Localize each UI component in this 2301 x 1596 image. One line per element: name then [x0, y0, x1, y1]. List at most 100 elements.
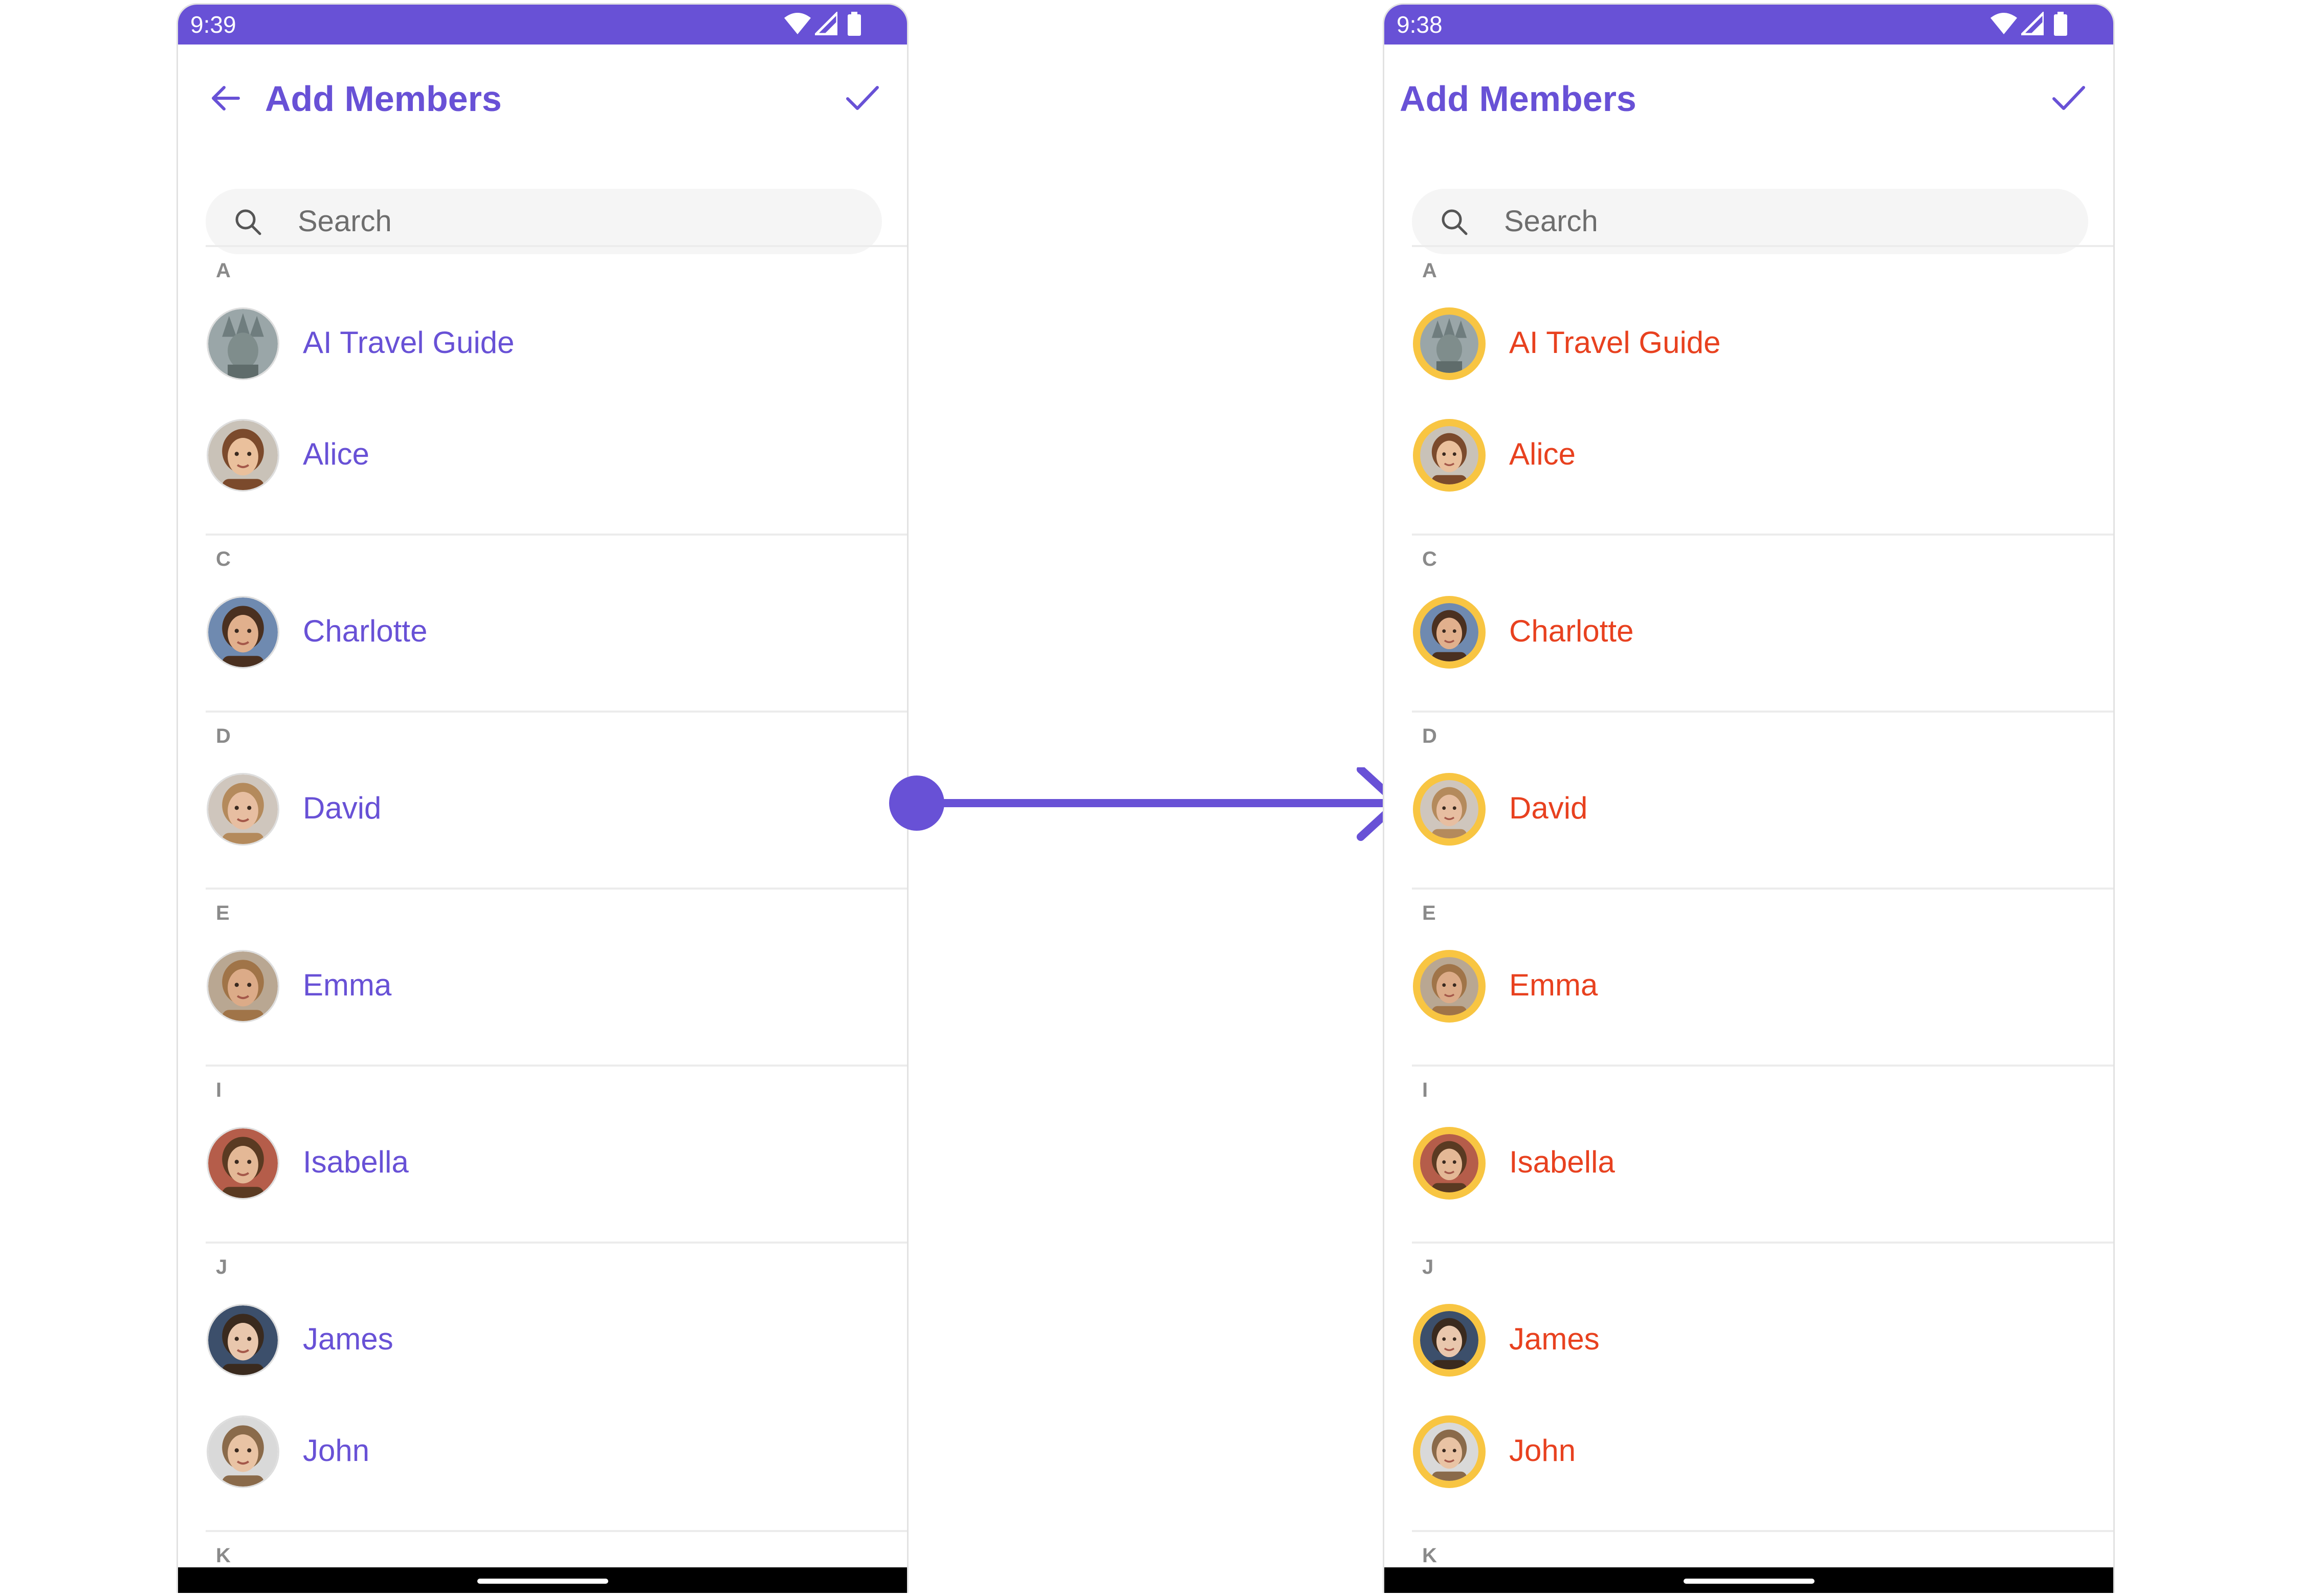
member-name: AI Travel Guide	[303, 325, 515, 360]
member-row[interactable]: James	[178, 1287, 907, 1389]
avatar-face-icon	[207, 1127, 279, 1200]
section-letter: K	[216, 1544, 231, 1567]
member-row[interactable]: Alice	[178, 402, 907, 504]
avatar-face-icon	[1413, 950, 1486, 1023]
search-input[interactable]: Search	[206, 189, 882, 254]
navigation-bar	[178, 1567, 907, 1593]
home-handle[interactable]	[477, 1579, 608, 1584]
section-letter: C	[1422, 548, 1437, 570]
signal-icon	[812, 9, 839, 38]
member-row[interactable]: AI Travel Guide	[178, 290, 907, 392]
home-handle[interactable]	[1683, 1579, 1815, 1584]
avatar-face-icon	[207, 419, 279, 492]
section-letter: E	[216, 902, 230, 924]
search-input[interactable]: Search	[1412, 189, 2088, 254]
avatar-face-icon	[207, 950, 279, 1023]
statue-of-liberty-icon	[207, 307, 279, 380]
status-icons	[1990, 9, 2072, 39]
avatar-face-icon	[1413, 1415, 1486, 1488]
member-name: David	[1509, 791, 1588, 825]
member-row[interactable]: AI Travel Guide	[1384, 290, 2113, 392]
search-icon	[1440, 207, 1468, 236]
member-name: James	[1509, 1322, 1600, 1356]
phone-screen-default: 9:39 Add Members Search A AI Travel Guid…	[176, 3, 909, 1593]
member-row[interactable]: John	[178, 1398, 907, 1500]
member-name: Isabella	[1509, 1145, 1615, 1179]
member-name: John	[303, 1433, 370, 1468]
section-divider	[1412, 1530, 2113, 1532]
member-row[interactable]: Charlotte	[178, 579, 907, 681]
avatar-face-icon	[207, 773, 279, 846]
battery-icon	[2053, 12, 2068, 39]
page-title: Add Members	[265, 79, 502, 119]
section-letter: J	[1422, 1256, 1434, 1278]
section-divider	[206, 534, 907, 536]
page-title: Add Members	[1400, 79, 1636, 119]
section-letter: D	[216, 725, 231, 747]
search-placeholder: Search	[1504, 205, 1598, 238]
member-name: Alice	[1509, 437, 1576, 471]
member-row[interactable]: Alice	[1384, 402, 2113, 504]
status-time: 9:39	[190, 11, 236, 38]
section-divider	[206, 1530, 907, 1532]
section-divider	[206, 711, 907, 713]
header: Add Members Search	[1384, 45, 2113, 254]
wifi-icon	[784, 12, 811, 38]
section-divider	[206, 888, 907, 890]
section-divider	[206, 1242, 907, 1244]
signal-icon	[2019, 9, 2045, 38]
transition-arrow-icon	[889, 767, 1402, 841]
avatar-face-icon	[207, 1415, 279, 1488]
section-divider	[206, 245, 907, 247]
section-letter: D	[1422, 725, 1437, 747]
avatar-face-icon	[1413, 1127, 1486, 1200]
section-divider	[1412, 245, 2113, 247]
search-icon	[233, 207, 262, 236]
member-name: Charlotte	[1509, 614, 1634, 648]
section-letter: I	[216, 1079, 222, 1101]
member-name: James	[303, 1322, 393, 1356]
member-name: David	[303, 791, 382, 825]
member-name: Emma	[1509, 968, 1598, 1002]
confirm-check-icon[interactable]	[2050, 79, 2087, 116]
battery-icon	[847, 12, 862, 39]
member-row[interactable]: Emma	[1384, 933, 2113, 1035]
member-name: Alice	[303, 437, 370, 471]
avatar-face-icon	[1413, 419, 1486, 492]
confirm-check-icon[interactable]	[844, 79, 880, 116]
member-row[interactable]: John	[1384, 1398, 2113, 1500]
member-row[interactable]: Emma	[178, 933, 907, 1035]
section-letter: A	[216, 259, 231, 282]
member-name: Isabella	[303, 1145, 409, 1179]
avatar-face-icon	[1413, 596, 1486, 669]
section-divider	[1412, 534, 2113, 536]
member-row[interactable]: Isabella	[1384, 1110, 2113, 1212]
section-divider	[206, 1065, 907, 1067]
avatar-face-icon	[1413, 773, 1486, 846]
member-row[interactable]: Isabella	[178, 1110, 907, 1212]
wifi-icon	[1990, 12, 2017, 38]
avatar-face-icon	[207, 1304, 279, 1377]
phone-screen-styled: 9:38 Add Members Search A AI Travel Guide…	[1383, 3, 2115, 1593]
member-name: AI Travel Guide	[1509, 325, 1721, 360]
back-arrow-icon[interactable]	[209, 81, 242, 115]
header: Add Members Search	[178, 45, 907, 254]
member-row[interactable]: Charlotte	[1384, 579, 2113, 681]
member-row[interactable]: James	[1384, 1287, 2113, 1389]
avatar-face-icon	[207, 596, 279, 669]
member-row[interactable]: David	[178, 756, 907, 858]
avatar-face-icon	[1413, 1304, 1486, 1377]
status-bar: 9:38	[1384, 5, 2113, 45]
section-divider	[1412, 1242, 2113, 1244]
status-bar: 9:39	[178, 5, 907, 45]
section-letter: A	[1422, 259, 1437, 282]
section-letter: J	[216, 1256, 228, 1278]
section-letter: E	[1422, 902, 1436, 924]
section-letter: I	[1422, 1079, 1428, 1101]
status-time: 9:38	[1397, 11, 1443, 38]
search-placeholder: Search	[298, 205, 392, 238]
section-letter: C	[216, 548, 231, 570]
section-divider	[1412, 1065, 2113, 1067]
member-row[interactable]: David	[1384, 756, 2113, 858]
statue-of-liberty-icon	[1413, 307, 1486, 380]
